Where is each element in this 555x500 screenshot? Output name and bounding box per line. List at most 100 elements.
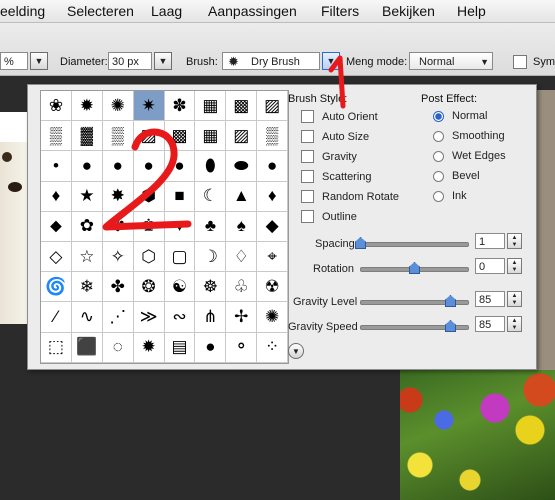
- diameter-dropdown[interactable]: ▼: [154, 52, 172, 70]
- brush-tip-0-2[interactable]: ✺: [102, 91, 134, 122]
- brush-style-option[interactable]: Random Rotate: [301, 190, 399, 203]
- brush-tip-1-2[interactable]: ▒: [102, 121, 134, 152]
- menu-aanpassingen[interactable]: Aanpassingen: [208, 3, 297, 19]
- spacing-slider-thumb[interactable]: [355, 237, 366, 249]
- post-effect-option[interactable]: Normal: [433, 110, 487, 122]
- brush-tip-6-7[interactable]: ☢: [257, 272, 289, 303]
- brush-tip-0-5[interactable]: ▦: [195, 91, 227, 122]
- post-effect-option[interactable]: Smoothing: [433, 130, 505, 142]
- brush-tip-6-4[interactable]: ☯: [164, 272, 196, 303]
- brush-tip-6-3[interactable]: ❂: [133, 272, 165, 303]
- spacing-slider[interactable]: [360, 242, 469, 247]
- brush-tip-3-1[interactable]: ★: [71, 181, 103, 212]
- radio-icon[interactable]: [433, 170, 444, 182]
- brush-tip-4-1[interactable]: ✿: [71, 211, 103, 242]
- post-effect-option[interactable]: Wet Edges: [433, 150, 506, 162]
- brush-tip-7-6[interactable]: ✢: [226, 302, 258, 333]
- spacing-field[interactable]: 1: [475, 233, 505, 249]
- brush-tip-5-6[interactable]: ♢: [226, 241, 258, 273]
- brush-tip-4-7[interactable]: ◆: [257, 211, 289, 242]
- brush-tip-3-5[interactable]: ☾: [195, 181, 227, 212]
- brush-tip-2-3[interactable]: ●: [133, 151, 165, 182]
- brush-tip-2-0[interactable]: •: [41, 151, 72, 182]
- brush-tip-3-3[interactable]: ⬢: [133, 181, 165, 212]
- brush-tip-5-2[interactable]: ✧: [102, 241, 134, 273]
- brush-tip-5-7[interactable]: ⌖: [257, 241, 289, 273]
- brush-tip-8-1[interactable]: ⬛: [71, 332, 103, 363]
- post-effect-option[interactable]: Ink: [433, 190, 467, 202]
- brush-tip-1-0[interactable]: ▒: [41, 121, 72, 152]
- brush-tip-8-2[interactable]: ◌: [102, 332, 134, 363]
- radio-icon[interactable]: [433, 110, 444, 122]
- brush-tip-6-6[interactable]: ♧: [226, 272, 258, 303]
- brush-tip-0-7[interactable]: ▨: [257, 91, 289, 122]
- brush-tip-2-4[interactable]: ●: [164, 151, 196, 182]
- brush-tip-7-3[interactable]: ≫: [133, 302, 165, 333]
- gravity-level-spinner[interactable]: ▲ ▼: [507, 291, 522, 307]
- brush-tip-8-0[interactable]: ⬚: [41, 332, 72, 363]
- brush-tip-2-7[interactable]: ●: [257, 151, 289, 182]
- brush-tip-3-4[interactable]: ■: [164, 181, 196, 212]
- menu-bekijken[interactable]: Bekijken: [382, 3, 435, 19]
- brush-tip-4-2[interactable]: ✾: [102, 211, 134, 242]
- brush-tip-7-0[interactable]: ⁄: [41, 302, 72, 333]
- rotation-slider-thumb[interactable]: [409, 262, 420, 274]
- brush-style-option[interactable]: Auto Orient: [301, 110, 378, 123]
- meng-mode-select[interactable]: Normal ▼: [409, 52, 493, 70]
- brush-dropdown[interactable]: ▼: [322, 52, 340, 70]
- brush-tip-1-5[interactable]: ▦: [195, 121, 227, 152]
- menu-laag[interactable]: Laag: [151, 3, 182, 19]
- brush-tip-8-6[interactable]: ⚬: [226, 332, 258, 363]
- brush-tip-6-5[interactable]: ☸: [195, 272, 227, 303]
- brush-tip-0-6[interactable]: ▩: [226, 91, 258, 122]
- brush-tip-0-0[interactable]: ❀: [41, 91, 72, 122]
- rotation-spinner[interactable]: ▲ ▼: [507, 258, 522, 274]
- brush-tip-0-3[interactable]: ✷: [133, 91, 165, 122]
- brush-tip-3-7[interactable]: ♦: [257, 181, 289, 212]
- brush-tip-8-7[interactable]: ⁘: [257, 332, 289, 363]
- checkbox-icon[interactable]: [301, 190, 314, 203]
- brush-field[interactable]: ✹ Dry Brush: [222, 52, 320, 70]
- brush-tip-1-3[interactable]: ▨: [133, 121, 165, 152]
- brush-tip-8-5[interactable]: ●: [195, 332, 227, 363]
- brush-tip-7-5[interactable]: ⋔: [195, 302, 227, 333]
- brush-tip-4-4[interactable]: ♥: [164, 211, 196, 242]
- brush-tip-3-6[interactable]: ▲: [226, 181, 258, 212]
- checkbox-icon[interactable]: [301, 170, 314, 183]
- gravity-speed-field[interactable]: 85: [475, 316, 505, 332]
- gravity-speed-spinner[interactable]: ▲ ▼: [507, 316, 522, 332]
- expand-options-button[interactable]: ▼: [288, 343, 304, 359]
- brush-tip-1-1[interactable]: ▓: [71, 121, 103, 152]
- brush-tip-5-0[interactable]: ◇: [41, 241, 72, 273]
- spacing-spinner[interactable]: ▲ ▼: [507, 233, 522, 249]
- brush-tip-4-0[interactable]: ⬥: [41, 211, 72, 242]
- gravity-level-field[interactable]: 85: [475, 291, 505, 307]
- brush-tip-1-6[interactable]: ▨: [226, 121, 258, 152]
- brush-tip-5-4[interactable]: ▢: [164, 241, 196, 273]
- brush-tip-7-1[interactable]: ∿: [71, 302, 103, 333]
- brush-tip-2-6[interactable]: ⬬: [226, 151, 258, 182]
- brush-tip-4-3[interactable]: ♚: [133, 211, 165, 242]
- brush-tip-4-6[interactable]: ♠: [226, 211, 258, 242]
- brush-tip-1-7[interactable]: ▒: [257, 121, 289, 152]
- radio-icon[interactable]: [433, 130, 444, 142]
- brush-style-option[interactable]: Gravity: [301, 150, 357, 163]
- brush-tip-7-2[interactable]: ⋰: [102, 302, 134, 333]
- menu-afbeelding[interactable]: eelding: [0, 3, 45, 19]
- opacity-field[interactable]: %: [0, 52, 28, 70]
- brush-tip-3-0[interactable]: ♦: [41, 181, 72, 212]
- brush-tip-4-5[interactable]: ♣: [195, 211, 227, 242]
- radio-icon[interactable]: [433, 150, 444, 162]
- gravity-speed-slider-thumb[interactable]: [445, 320, 456, 332]
- brush-tip-1-4[interactable]: ▩: [164, 121, 196, 152]
- radio-icon[interactable]: [433, 190, 444, 202]
- checkbox-icon[interactable]: [301, 150, 314, 163]
- brush-tip-8-4[interactable]: ▤: [164, 332, 196, 363]
- brush-tip-2-5[interactable]: ⬮: [195, 151, 227, 182]
- brush-style-option[interactable]: Scattering: [301, 170, 372, 183]
- brush-tip-6-0[interactable]: 🌀: [41, 272, 72, 303]
- gravity-level-slider-thumb[interactable]: [445, 295, 456, 307]
- brush-tip-5-1[interactable]: ☆: [71, 241, 103, 273]
- brush-style-option[interactable]: Auto Size: [301, 130, 369, 143]
- symmetry-checkbox[interactable]: [513, 55, 527, 69]
